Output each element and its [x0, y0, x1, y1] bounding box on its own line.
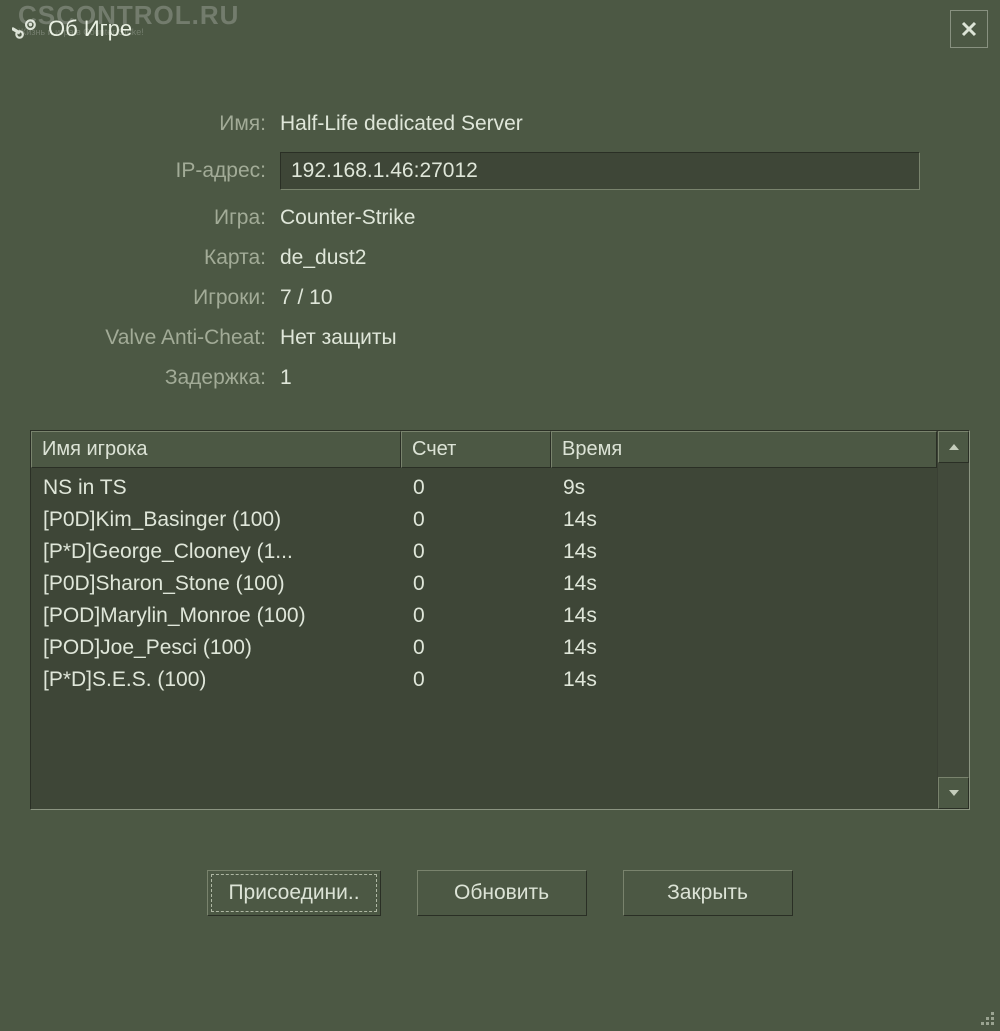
- cell-score: 0: [401, 604, 551, 628]
- cell-score: 0: [401, 508, 551, 532]
- scroll-track[interactable]: [938, 463, 969, 777]
- window-title: Об Игре: [48, 16, 132, 42]
- game-label: Игра:: [40, 206, 280, 230]
- cell-player-name: [POD]Marylin_Monroe (100): [31, 604, 401, 628]
- server-info: Имя: Half-Life dedicated Server IP-адрес…: [40, 112, 960, 390]
- ip-address-input[interactable]: [280, 152, 920, 190]
- map-value: de_dust2: [280, 246, 366, 270]
- cell-player-name: [P0D]Sharon_Stone (100): [31, 572, 401, 596]
- cell-time: 14s: [551, 572, 937, 596]
- close-dialog-button[interactable]: Закрыть: [623, 870, 793, 916]
- scroll-up-button[interactable]: [938, 431, 969, 463]
- table-row[interactable]: [P0D]Kim_Basinger (100)014s: [31, 504, 937, 536]
- chevron-down-icon: [948, 789, 960, 797]
- cell-player-name: [P*D]S.E.S. (100): [31, 668, 401, 692]
- cell-time: 14s: [551, 604, 937, 628]
- player-table-header: Имя игрока Счет Время: [31, 431, 937, 468]
- scrollbar[interactable]: [937, 431, 969, 809]
- cell-score: 0: [401, 540, 551, 564]
- vac-label: Valve Anti-Cheat:: [40, 326, 280, 350]
- name-label: Имя:: [40, 112, 280, 136]
- close-button[interactable]: [950, 10, 988, 48]
- cell-player-name: NS in TS: [31, 476, 401, 500]
- players-label: Игроки:: [40, 286, 280, 310]
- name-value: Half-Life dedicated Server: [280, 112, 523, 136]
- join-button[interactable]: Присоедини..: [207, 870, 380, 916]
- resize-grip[interactable]: [976, 1007, 994, 1025]
- players-value: 7 / 10: [280, 286, 333, 310]
- table-row[interactable]: [P*D]George_Clooney (1...014s: [31, 536, 937, 568]
- table-row[interactable]: [P0D]Sharon_Stone (100)014s: [31, 568, 937, 600]
- cell-player-name: [P0D]Kim_Basinger (100): [31, 508, 401, 532]
- latency-label: Задержка:: [40, 366, 280, 390]
- player-table-body: NS in TS09s[P0D]Kim_Basinger (100)014s[P…: [31, 468, 937, 809]
- cell-time: 9s: [551, 476, 937, 500]
- cell-score: 0: [401, 668, 551, 692]
- cell-time: 14s: [551, 540, 937, 564]
- header-score[interactable]: Счет: [401, 431, 551, 468]
- cell-time: 14s: [551, 668, 937, 692]
- cell-player-name: [POD]Joe_Pesci (100): [31, 636, 401, 660]
- scroll-down-button[interactable]: [938, 777, 969, 809]
- game-value: Counter-Strike: [280, 206, 415, 230]
- header-time[interactable]: Время: [551, 431, 937, 468]
- header-player-name[interactable]: Имя игрока: [31, 431, 401, 468]
- ip-label: IP-адрес:: [40, 159, 280, 183]
- chevron-up-icon: [948, 443, 960, 451]
- table-row[interactable]: [POD]Joe_Pesci (100)014s: [31, 632, 937, 664]
- cell-time: 14s: [551, 636, 937, 660]
- table-row[interactable]: NS in TS09s: [31, 472, 937, 504]
- dialog-buttons: Присоедини.. Обновить Закрыть: [0, 870, 1000, 916]
- vac-value: Нет защиты: [280, 326, 397, 350]
- cell-time: 14s: [551, 508, 937, 532]
- close-icon: [960, 20, 978, 38]
- title-bar: Об Игре: [0, 0, 1000, 52]
- cell-score: 0: [401, 636, 551, 660]
- player-list-panel: Имя игрока Счет Время NS in TS09s[P0D]Ki…: [30, 430, 970, 810]
- cell-player-name: [P*D]George_Clooney (1...: [31, 540, 401, 564]
- steam-icon: [12, 16, 38, 42]
- cell-score: 0: [401, 572, 551, 596]
- map-label: Карта:: [40, 246, 280, 270]
- cell-score: 0: [401, 476, 551, 500]
- latency-value: 1: [280, 366, 292, 390]
- refresh-button[interactable]: Обновить: [417, 870, 587, 916]
- table-row[interactable]: [POD]Marylin_Monroe (100)014s: [31, 600, 937, 632]
- table-row[interactable]: [P*D]S.E.S. (100)014s: [31, 664, 937, 696]
